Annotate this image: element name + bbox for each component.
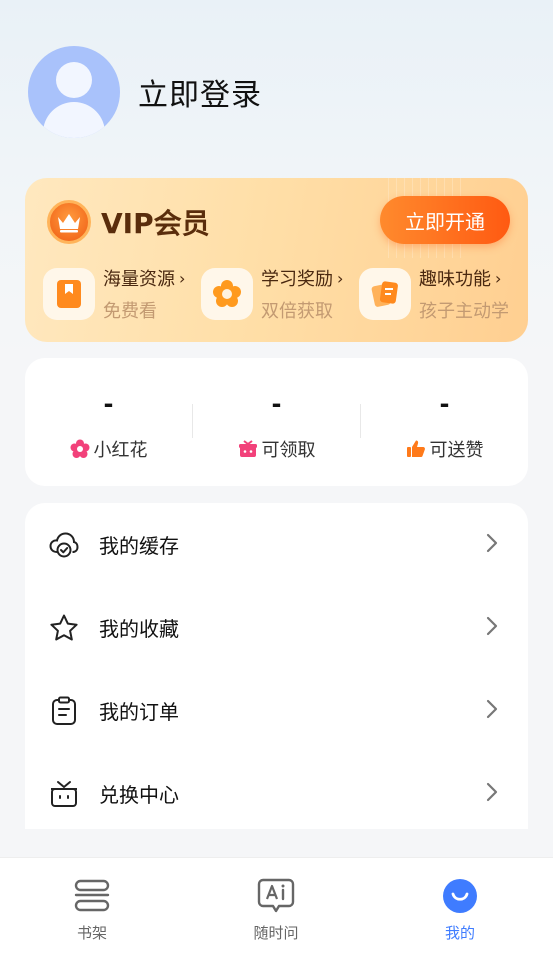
star-icon: [49, 613, 79, 643]
stat-label: 可领取: [261, 440, 316, 461]
tab-ask-anytime[interactable]: 随时问: [184, 858, 368, 953]
chevron-right-icon: ›: [495, 268, 502, 288]
benefit-subtitle: 免费看: [103, 301, 157, 322]
tab-mine[interactable]: 我的: [368, 858, 552, 953]
benefit-title: 海量资源: [103, 269, 175, 290]
smile-profile-icon: [440, 876, 480, 916]
stat-claimable[interactable]: - 可领取: [193, 358, 360, 486]
crown-icon: [47, 200, 91, 244]
flower-icon: [201, 268, 253, 320]
stat-flowers[interactable]: - 小红花: [25, 358, 192, 486]
stat-value: -: [439, 390, 450, 418]
bookshelf-icon: [72, 876, 112, 916]
tab-label: 随时问: [253, 924, 299, 942]
bottom-tab-bar: 书架 随时问 我的: [0, 857, 553, 953]
thumbs-up-icon: [406, 440, 425, 457]
benefit-resources[interactable]: 海量资源 › 免费看: [43, 264, 185, 324]
vip-benefits: 海量资源 › 免费看 学习奖励 › 双倍获取 趣味功能 › 孩子主动学: [43, 264, 513, 324]
benefit-title: 趣味功能: [419, 269, 491, 290]
benefit-subtitle: 双倍获取: [261, 301, 333, 322]
chevron-right-icon: [486, 699, 498, 723]
profile-header[interactable]: 立即登录: [28, 46, 262, 138]
stat-value: -: [271, 390, 282, 418]
vip-title: VIP会员: [101, 207, 210, 240]
menu-item-cache[interactable]: 我的缓存: [25, 503, 528, 586]
menu-label: 兑换中心: [99, 783, 179, 807]
ai-chat-icon: [256, 876, 296, 916]
menu-item-orders[interactable]: 我的订单: [25, 669, 528, 752]
chevron-right-icon: [486, 616, 498, 640]
vip-title-row: VIP会员: [47, 200, 210, 244]
benefit-title: 学习奖励: [261, 269, 333, 290]
stats-card: - 小红花 - 可领取 - 可送赞: [25, 358, 528, 486]
stat-label: 可送赞: [429, 440, 484, 461]
gift-icon: [238, 440, 257, 457]
book-icon: [43, 268, 95, 320]
tab-bookshelf[interactable]: 书架: [0, 858, 184, 953]
benefit-rewards[interactable]: 学习奖励 › 双倍获取: [201, 264, 343, 324]
menu-list: 我的缓存 我的收藏 我的订单 兑换中心: [25, 503, 528, 829]
login-link[interactable]: 立即登录: [138, 70, 262, 114]
chevron-right-icon: [486, 782, 498, 806]
stat-value: -: [103, 390, 114, 418]
clipboard-icon: [49, 696, 79, 726]
avatar[interactable]: [28, 46, 120, 138]
vip-card[interactable]: VIP会员 立即开通 海量资源 › 免费看 学习奖励 › 双倍获取 趣味功能 ›…: [25, 178, 528, 342]
menu-item-favorites[interactable]: 我的收藏: [25, 586, 528, 669]
avatar-body: [43, 102, 105, 138]
menu-label: 我的缓存: [99, 534, 179, 558]
gift-box-icon: [49, 779, 79, 809]
stat-label: 小红花: [93, 440, 148, 461]
menu-item-redeem[interactable]: 兑换中心: [25, 752, 528, 835]
chevron-right-icon: ›: [179, 268, 186, 288]
benefit-subtitle: 孩子主动学: [419, 301, 509, 322]
benefit-features[interactable]: 趣味功能 › 孩子主动学: [359, 264, 509, 324]
cards-icon: [359, 268, 411, 320]
menu-label: 我的收藏: [99, 617, 179, 641]
stat-likes[interactable]: - 可送赞: [361, 358, 528, 486]
flower-icon: [70, 439, 89, 458]
avatar-head: [56, 62, 92, 98]
open-vip-button[interactable]: 立即开通: [380, 196, 510, 244]
chevron-right-icon: [486, 533, 498, 557]
cloud-check-icon: [49, 530, 79, 560]
tab-label: 书架: [76, 924, 107, 942]
menu-label: 我的订单: [99, 700, 179, 724]
tab-label: 我的: [444, 924, 475, 942]
chevron-right-icon: ›: [337, 268, 344, 288]
